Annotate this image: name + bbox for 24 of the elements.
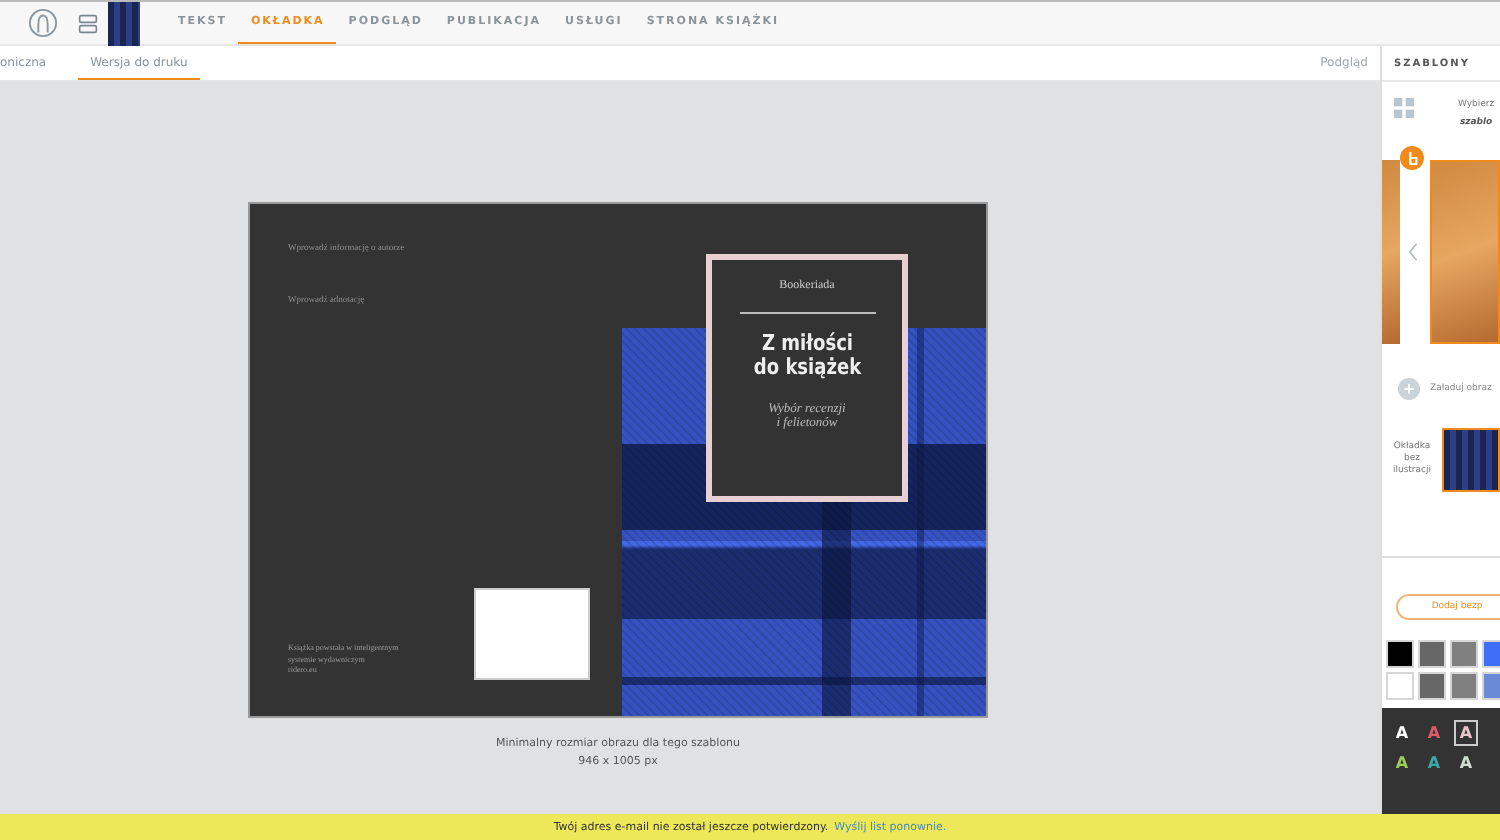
color-swatch[interactable]: [1418, 672, 1446, 700]
font-color-option[interactable]: A: [1422, 720, 1446, 746]
plaid-thumbnail[interactable]: [1442, 428, 1500, 492]
color-swatch[interactable]: [1418, 640, 1446, 668]
font-color-option[interactable]: A: [1422, 750, 1446, 776]
hand-pointer-icon: [1400, 146, 1424, 170]
color-swatch[interactable]: [1450, 672, 1478, 700]
plus-icon[interactable]: [1398, 378, 1420, 400]
layers-icon[interactable]: [78, 13, 98, 33]
color-swatch[interactable]: [1450, 640, 1478, 668]
font-color-option[interactable]: A: [1390, 720, 1414, 746]
photo-placeholder[interactable]: [1429, 159, 1500, 343]
user-icon[interactable]: [28, 8, 58, 38]
color-swatch[interactable]: [1386, 640, 1414, 668]
color-swatch[interactable]: [1386, 672, 1414, 700]
grid-icon[interactable]: [1394, 98, 1414, 118]
book-title: Z miłości do książek: [753, 332, 861, 381]
font-color-option[interactable]: A: [1454, 720, 1478, 746]
photo-placeholder[interactable]: [1382, 159, 1400, 343]
font-color-option[interactable]: A: [1390, 750, 1414, 776]
chevron-left-icon[interactable]: [1407, 241, 1418, 261]
barcode-area: [474, 588, 590, 680]
font-color-option[interactable]: A: [1454, 750, 1478, 776]
book-thumbnail[interactable]: [108, 1, 140, 45]
